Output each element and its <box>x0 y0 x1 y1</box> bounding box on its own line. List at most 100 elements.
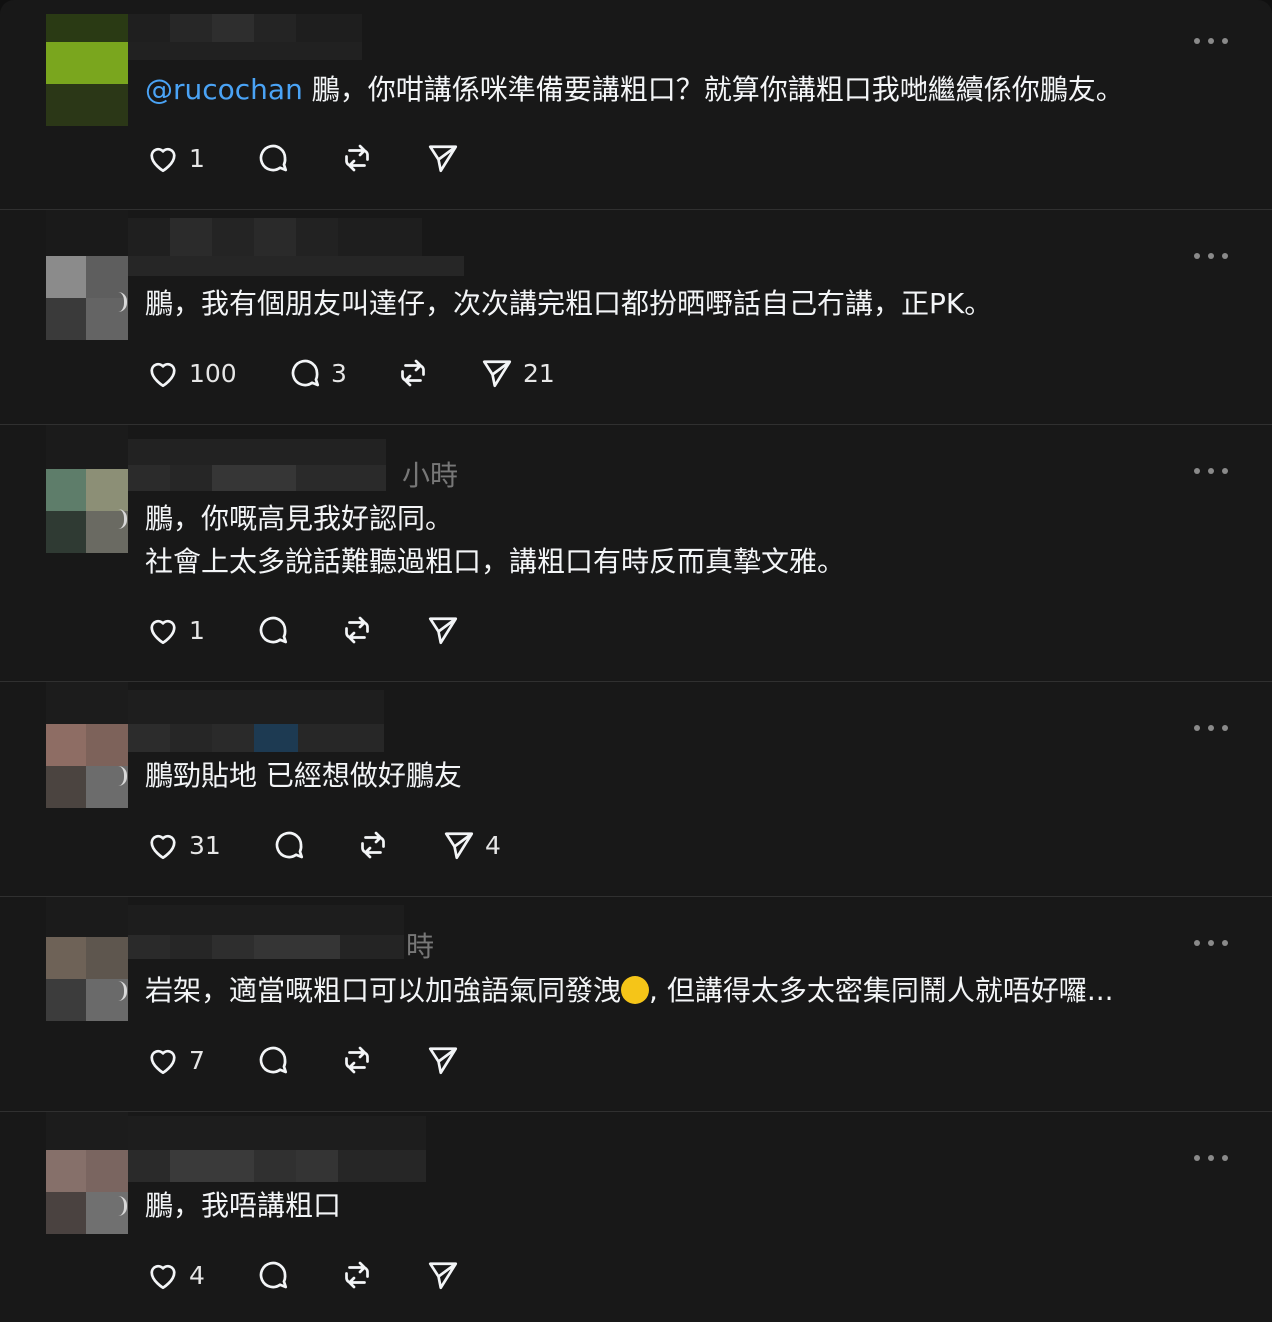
post-timestamp[interactable]: 小時 <box>402 454 458 494</box>
more-options-icon[interactable] <box>1194 36 1228 46</box>
tongue-out-emoji-icon <box>621 976 650 1004</box>
repost-icon <box>345 1046 369 1074</box>
avatar[interactable] <box>46 1112 128 1234</box>
like-button[interactable]: 100 <box>145 353 237 393</box>
more-options-icon[interactable] <box>1194 1153 1228 1163</box>
share-button[interactable] <box>425 138 461 178</box>
repost-button[interactable] <box>339 138 375 178</box>
reply-post[interactable]: 鵬，我有個朋友叫達仔，次次講完粗口都扮晒嘢話自己冇講，正PK。 100 3 21 <box>0 210 1272 425</box>
post-line: 鵬，你咁講係咪準備要講粗口？就算你講粗口我哋繼續係你鵬友。 <box>302 73 1124 106</box>
comment-bubble-icon <box>291 359 320 387</box>
post-text: 鵬，我唔講粗口 <box>145 1184 1192 1227</box>
feed-container: @rucochan 鵬，你咁講係咪準備要講粗口？就算你講粗口我哋繼續係你鵬友。 … <box>0 0 1272 1322</box>
avatar[interactable] <box>46 425 128 553</box>
username-blurred[interactable] <box>128 218 464 280</box>
username-blurred[interactable] <box>128 690 384 752</box>
like-count: 1 <box>189 615 205 645</box>
comment-bubble-icon <box>259 1261 288 1289</box>
reply-post[interactable]: 小時 鵬，你嘅高見我好認同。 社會上太多說話難聽過粗口，講粗口有時反而真摯文雅。… <box>0 425 1272 682</box>
heart-icon <box>150 834 176 860</box>
post-text: 鵬，我有個朋友叫達仔，次次講完粗口都扮晒嘢話自己冇講，正PK。 <box>145 282 1192 325</box>
like-count: 1 <box>189 143 205 173</box>
like-button[interactable]: 1 <box>145 610 205 650</box>
repost-icon <box>361 831 385 859</box>
heart-icon <box>150 1264 176 1290</box>
repost-icon <box>345 1261 369 1289</box>
repost-button[interactable] <box>339 1255 375 1295</box>
username-blurred[interactable] <box>128 439 386 501</box>
repost-icon <box>345 144 369 172</box>
like-button[interactable]: 1 <box>145 138 205 178</box>
share-button[interactable]: 4 <box>441 825 501 865</box>
comment-bubble-icon <box>259 616 288 644</box>
send-icon <box>428 1047 458 1075</box>
like-button[interactable]: 31 <box>145 825 221 865</box>
send-icon <box>444 832 474 860</box>
comment-bubble-icon <box>275 831 304 859</box>
reply-button[interactable] <box>255 1040 291 1080</box>
share-button[interactable] <box>425 1040 461 1080</box>
repost-button[interactable] <box>355 825 391 865</box>
more-options-icon[interactable] <box>1194 723 1228 733</box>
username-blurred[interactable] <box>128 0 362 62</box>
reply-post[interactable]: @rucochan 鵬，你咁講係咪準備要講粗口？就算你講粗口我哋繼續係你鵬友。 … <box>0 0 1272 210</box>
more-options-icon[interactable] <box>1194 938 1228 948</box>
more-options-icon[interactable] <box>1194 466 1228 476</box>
reply-button[interactable] <box>271 825 307 865</box>
reply-button[interactable] <box>255 610 291 650</box>
heart-icon <box>150 619 176 645</box>
reply-post[interactable]: 鵬勁貼地 已經想做好鵬友 31 4 <box>0 682 1272 897</box>
share-count: 4 <box>485 830 501 860</box>
repost-icon <box>401 359 425 387</box>
repost-button[interactable] <box>339 1040 375 1080</box>
post-line: 鵬，我有個朋友叫達仔，次次講完粗口都扮晒嘢話自己冇講，正PK。 <box>145 287 993 320</box>
reply-button[interactable] <box>255 1255 291 1295</box>
post-line: 社會上太多說話難聽過粗口，講粗口有時反而真摯文雅。 <box>145 545 846 578</box>
send-icon <box>428 145 458 173</box>
reply-button[interactable] <box>255 138 291 178</box>
repost-button[interactable] <box>395 353 431 393</box>
heart-icon <box>150 362 176 388</box>
post-line: , 但講得太多太密集同鬧人就唔好囉... <box>649 974 1114 1007</box>
post-line: 鵬，你嘅高見我好認同。 <box>145 502 454 535</box>
username-blurred[interactable] <box>128 905 404 967</box>
send-icon <box>482 360 512 388</box>
username-blurred[interactable] <box>128 1116 426 1182</box>
heart-icon <box>150 1049 176 1075</box>
send-icon <box>428 1262 458 1290</box>
post-text: 鵬，你嘅高見我好認同。 社會上太多說話難聽過粗口，講粗口有時反而真摯文雅。 <box>145 497 1192 583</box>
repost-button[interactable] <box>339 610 375 650</box>
like-button[interactable]: 4 <box>145 1255 205 1295</box>
reply-count: 3 <box>331 358 347 388</box>
like-button[interactable]: 7 <box>145 1040 205 1080</box>
mention-link[interactable]: @rucochan <box>145 73 303 106</box>
repost-icon <box>345 616 369 644</box>
heart-icon <box>150 147 176 173</box>
avatar[interactable] <box>46 210 128 340</box>
avatar[interactable] <box>46 14 128 126</box>
reply-button[interactable]: 3 <box>287 353 347 393</box>
like-count: 7 <box>189 1045 205 1075</box>
like-count: 100 <box>189 358 237 388</box>
share-button[interactable] <box>425 610 461 650</box>
send-icon <box>428 617 458 645</box>
post-line: 岩架，適當嘅粗口可以加強語氣同發洩 <box>145 974 622 1007</box>
reply-post[interactable]: 鵬，我唔講粗口 4 <box>0 1112 1272 1322</box>
share-button[interactable] <box>425 1255 461 1295</box>
like-count: 4 <box>189 1260 205 1290</box>
comment-bubble-icon <box>259 144 288 172</box>
reply-post[interactable]: 時 岩架，適當嘅粗口可以加強語氣同發洩, 但講得太多太密集同鬧人就唔好囉... … <box>0 897 1272 1112</box>
avatar[interactable] <box>46 682 128 808</box>
post-timestamp[interactable]: 時 <box>406 925 434 965</box>
post-text: 鵬勁貼地 已經想做好鵬友 <box>145 754 1192 797</box>
post-line: 鵬，我唔講粗口 <box>145 1189 342 1222</box>
like-count: 31 <box>189 830 221 860</box>
post-text: 岩架，適當嘅粗口可以加強語氣同發洩 , 但講得太多太密集同鬧人就唔好囉... <box>145 969 1192 1012</box>
avatar[interactable] <box>46 897 128 1021</box>
comment-bubble-icon <box>259 1046 288 1074</box>
share-count: 21 <box>523 358 555 388</box>
post-text: @rucochan 鵬，你咁講係咪準備要講粗口？就算你講粗口我哋繼續係你鵬友。 <box>145 68 1192 111</box>
post-line: 鵬勁貼地 已經想做好鵬友 <box>145 759 462 792</box>
more-options-icon[interactable] <box>1194 251 1228 261</box>
share-button[interactable]: 21 <box>479 353 555 393</box>
